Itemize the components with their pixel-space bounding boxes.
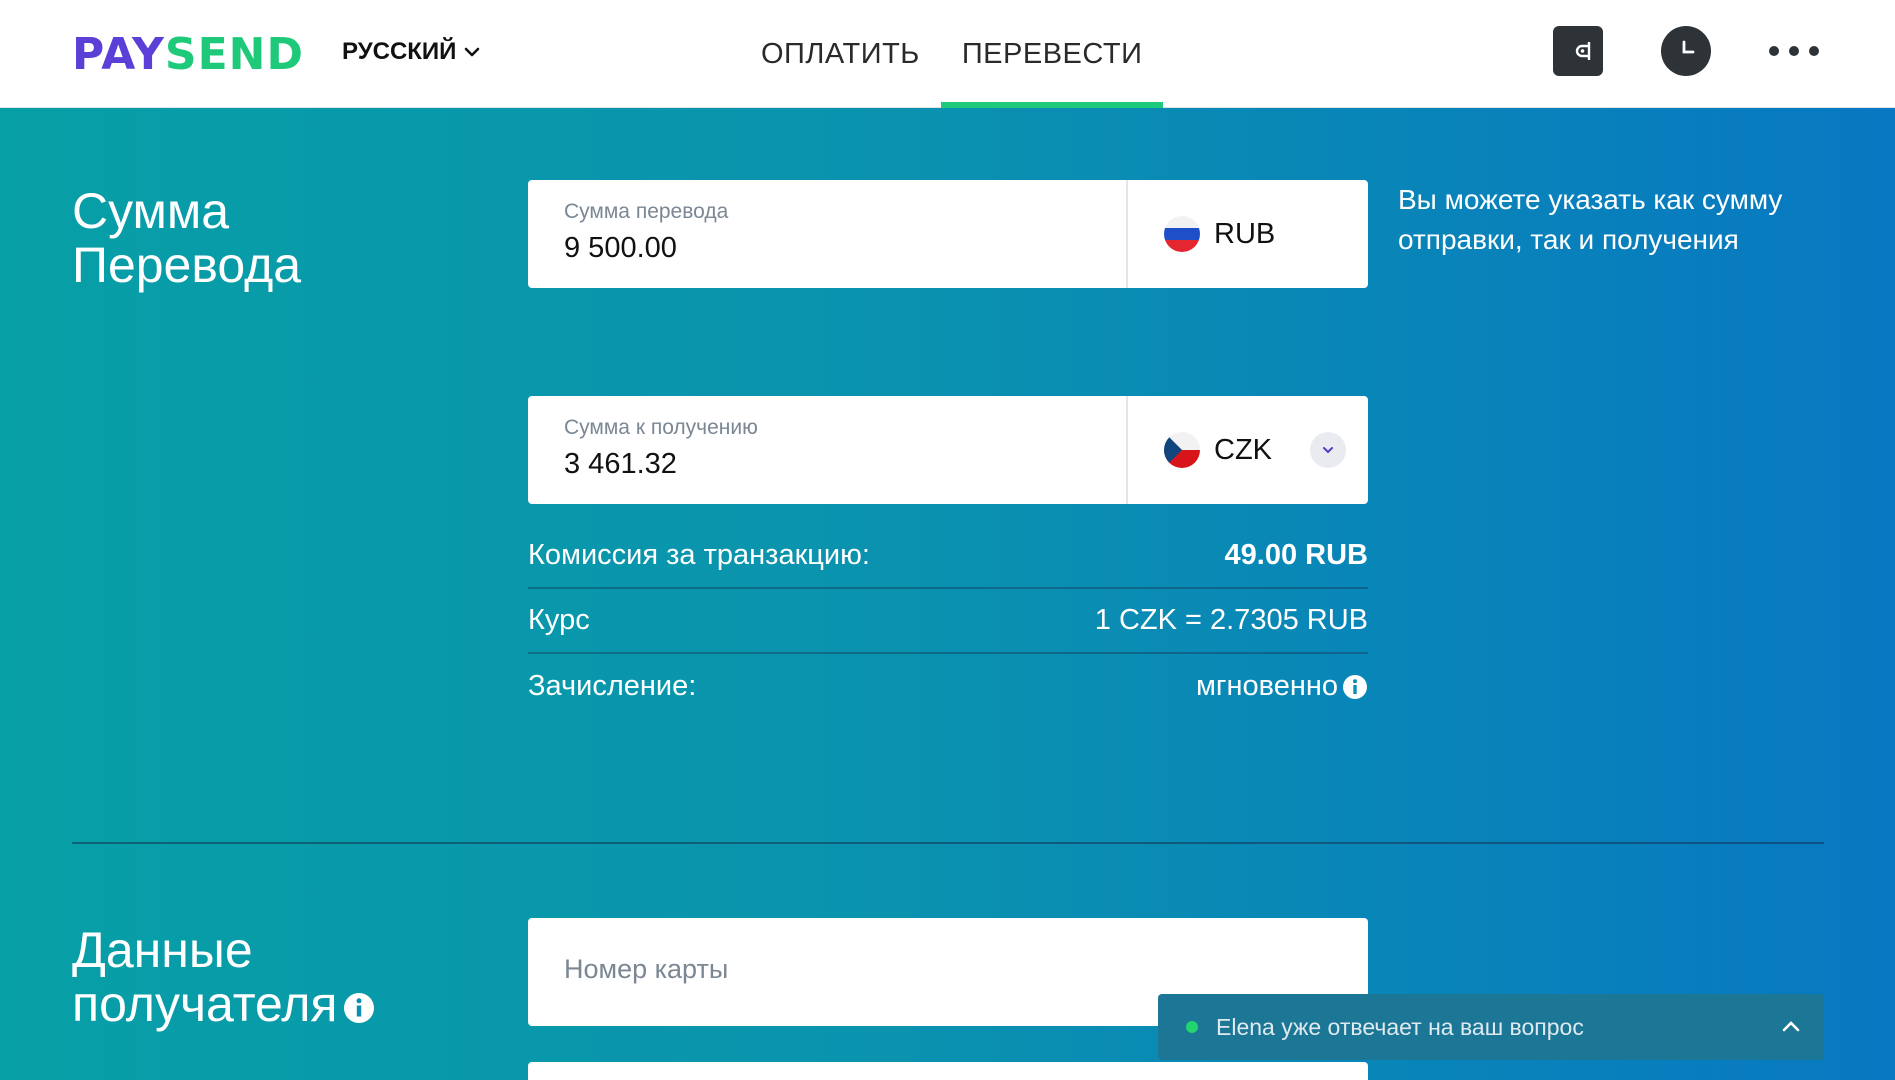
history-button[interactable] xyxy=(1661,26,1711,76)
main-content: Сумма Перевода Сумма перевода RUB Вы мож… xyxy=(0,108,1895,1080)
nav-tab-transfer[interactable]: ПЕРЕВЕСТИ xyxy=(940,0,1164,108)
chevron-down-icon xyxy=(1323,447,1333,454)
chevron-down-icon xyxy=(465,47,480,57)
amount-hint-text: Вы можете указать как сумму отправки, та… xyxy=(1398,184,1783,255)
recipient-title: Данные получателя xyxy=(72,923,375,1031)
receive-amount-label: Сумма к получению xyxy=(564,416,758,439)
language-selector[interactable]: РУССКИЙ xyxy=(342,38,482,66)
send-amount-field: Сумма перевода RUB xyxy=(528,180,1368,288)
next-input-field[interactable] xyxy=(528,1062,1368,1080)
currency-dropdown-button[interactable] xyxy=(1310,432,1346,468)
more-icon xyxy=(1769,46,1819,56)
delivery-row: Зачисление: мгновенно xyxy=(528,654,1368,719)
receive-currency-code: CZK xyxy=(1214,433,1272,466)
online-status-dot xyxy=(1186,1021,1198,1033)
language-label: РУССКИЙ xyxy=(342,38,457,65)
chat-text: Elena уже отвечает на ваш вопрос xyxy=(1216,1013,1584,1040)
receive-amount-input[interactable] xyxy=(564,448,1104,481)
wallet-icon xyxy=(1575,42,1591,60)
transfer-amount-title: Сумма Перевода xyxy=(72,183,302,293)
send-currency: RUB xyxy=(1126,180,1368,288)
fee-value: 49.00 RUB xyxy=(1224,539,1368,571)
info-icon[interactable] xyxy=(343,992,375,1024)
nav-tab-pay[interactable]: ОПЛАТИТЬ xyxy=(740,0,941,108)
paysend-logo[interactable]: PAYSEND xyxy=(72,30,304,80)
section-divider xyxy=(72,842,1824,844)
clock-icon xyxy=(1682,40,1695,54)
logo-send-text: SEND xyxy=(164,29,305,80)
send-amount-label: Сумма перевода xyxy=(564,200,729,223)
rate-label: Курс xyxy=(528,604,590,636)
delivery-label: Зачисление: xyxy=(528,670,697,702)
delivery-value: мгновенно xyxy=(1195,670,1338,702)
send-amount-input[interactable] xyxy=(564,232,1104,265)
russia-flag-icon xyxy=(1164,216,1200,252)
send-currency-code: RUB xyxy=(1214,217,1276,250)
main-nav: ОПЛАТИТЬ ПЕРЕВЕСТИ xyxy=(740,0,1164,108)
info-icon[interactable] xyxy=(1342,674,1368,700)
delivery-value-wrap: мгновенно xyxy=(1196,670,1368,703)
wallet-button[interactable] xyxy=(1553,26,1603,76)
logo-pay-text: PAY xyxy=(72,29,165,80)
chevron-up-icon[interactable] xyxy=(1778,1014,1804,1040)
receive-currency-selector[interactable]: CZK xyxy=(1126,396,1368,504)
chat-widget[interactable]: Elena уже отвечает на ваш вопрос xyxy=(1158,994,1824,1060)
fee-row: Комиссия за транзакцию: 49.00 RUB xyxy=(528,524,1368,589)
fee-label: Комиссия за транзакцию: xyxy=(528,539,870,571)
rate-row: Курс 1 CZK = 2.7305 RUB xyxy=(528,589,1368,654)
czech-flag-icon xyxy=(1164,432,1200,468)
more-button[interactable] xyxy=(1768,26,1820,76)
rate-value: 1 CZK = 2.7305 RUB xyxy=(1094,604,1368,636)
top-header: PAYSEND РУССКИЙ ОПЛАТИТЬ ПЕРЕВЕСТИ xyxy=(0,0,1895,108)
receive-amount-field: Сумма к получению CZK xyxy=(528,396,1368,504)
card-number-input[interactable] xyxy=(564,954,1324,985)
